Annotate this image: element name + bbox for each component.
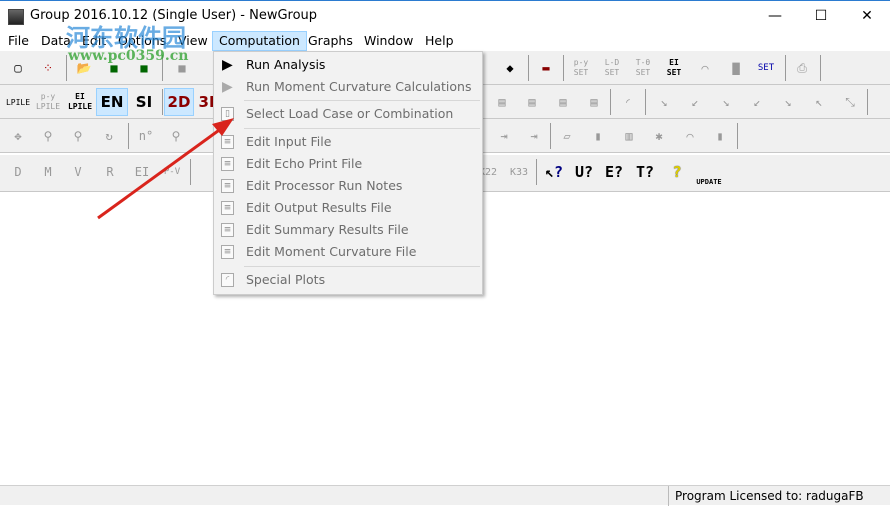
edit-s-button[interactable]: ▤ — [580, 88, 608, 116]
window-title: Group 2016.10.12 (Single User) - NewGrou… — [30, 8, 318, 23]
update-button[interactable]: UPDATE — [692, 158, 726, 186]
file-icon: ≡ — [221, 201, 234, 215]
menu-item-special-plots[interactable]: ◜ Special Plots — [214, 269, 482, 291]
close-button[interactable]: ✕ — [844, 1, 890, 31]
view-zx-button[interactable]: ↘ — [712, 88, 740, 116]
menu-item-edit-moment-curvature[interactable]: ≡ Edit Moment Curvature File — [214, 241, 482, 263]
menu-item-edit-input-file[interactable]: ≡ Edit Input File — [214, 131, 482, 153]
load-wave-button[interactable]: ⇥ — [520, 122, 548, 150]
menu-help[interactable]: Help — [419, 31, 460, 51]
view-3d-button[interactable]: ⤡ — [836, 88, 864, 116]
menu-item-edit-processor-notes[interactable]: ≡ Edit Processor Run Notes — [214, 175, 482, 197]
rotate-button[interactable]: ↻ — [95, 122, 123, 150]
k33-button[interactable]: K33 — [505, 158, 533, 186]
edit-o-button[interactable]: ▤ — [549, 88, 577, 116]
graph-pv-button[interactable]: P-V — [158, 158, 186, 186]
help-button[interactable]: ? — [663, 158, 691, 186]
ld-set-button[interactable]: L-D SET — [598, 54, 626, 82]
menu-computation[interactable]: Computation — [212, 31, 307, 51]
graph-d-button[interactable]: D — [4, 158, 32, 186]
menu-file[interactable]: File — [2, 31, 35, 51]
ei-set-button[interactable]: EI SET — [660, 54, 688, 82]
ei-lpile-button[interactable]: EI LPILE — [66, 88, 94, 116]
pile-button[interactable]: ⚲ — [34, 122, 62, 150]
graph-m-button[interactable]: M — [34, 158, 62, 186]
soil-layers-button[interactable]: ▬ — [532, 54, 560, 82]
menu-item-edit-summary-results[interactable]: ≡ Edit Summary Results File — [214, 219, 482, 241]
menu-graphs[interactable]: Graphs — [302, 31, 359, 51]
view-xz-button[interactable]: ↙ — [743, 88, 771, 116]
file-icon: ≡ — [221, 223, 234, 237]
gray-block-button[interactable]: ▇ — [722, 54, 750, 82]
file-icon: ≡ — [221, 135, 234, 149]
view-yx-button[interactable]: ↙ — [681, 88, 709, 116]
view-zy-button[interactable]: ↘ — [774, 88, 802, 116]
py-set-button[interactable]: p-y SET — [567, 54, 595, 82]
status-bar: Program Licensed to: radugaFB — [0, 485, 890, 506]
layers-button[interactable]: ▥ — [615, 122, 643, 150]
menu-item-run-moment-curvature[interactable]: ▶ Run Moment Curvature Calculations — [214, 76, 482, 98]
en-units-button[interactable]: EN — [96, 88, 128, 116]
bar-button[interactable]: ▮ — [706, 122, 734, 150]
tt-set-button[interactable]: T-θ SET — [629, 54, 657, 82]
play-gray-icon: ▶ — [222, 79, 233, 95]
minimize-button[interactable]: — — [752, 1, 798, 31]
computation-menu: ▶ Run Analysis ▶ Run Moment Curvature Calc… — [213, 51, 483, 295]
app-icon — [8, 9, 24, 25]
file-icon: ≡ — [221, 179, 234, 193]
2d-button[interactable]: 2D — [164, 88, 194, 116]
new-file-button[interactable]: ▢ — [4, 54, 32, 82]
curve-set-button[interactable]: ⌒ — [691, 54, 719, 82]
play-icon: ▶ — [222, 57, 233, 73]
special-button[interactable]: ◜ — [614, 88, 642, 116]
graph-v-button[interactable]: V — [64, 158, 92, 186]
block-button[interactable]: ▮ — [584, 122, 612, 150]
deform-button[interactable]: ✱ — [645, 122, 673, 150]
edit-r-button[interactable]: ▤ — [518, 88, 546, 116]
si-units-button[interactable]: SI — [130, 88, 158, 116]
maximize-button[interactable]: ☐ — [798, 1, 844, 31]
watermark-url: www.pc0359.cn — [68, 48, 189, 64]
set-button[interactable]: SET — [752, 54, 780, 82]
edit-e-button[interactable]: ▤ — [488, 88, 516, 116]
t-help-button[interactable]: T? — [631, 158, 659, 186]
title-bar: Group 2016.10.12 (Single User) - NewGrou… — [0, 0, 890, 31]
graph-r-button[interactable]: R — [96, 158, 124, 186]
curve-button[interactable]: ⌒ — [676, 122, 704, 150]
menu-item-select-load-case[interactable]: ▯ Select Load Case or Combination — [214, 103, 482, 125]
printer-button[interactable]: ⎙ — [788, 54, 816, 82]
license-status: Program Licensed to: radugaFB — [668, 486, 864, 506]
pile-box-button[interactable]: ⚲ — [64, 122, 92, 150]
view-zy2-button[interactable]: ↖ — [805, 88, 833, 116]
file-icon: ≡ — [221, 245, 234, 259]
graph-ei-button[interactable]: EI — [128, 158, 156, 186]
slope-button[interactable]: ▱ — [553, 122, 581, 150]
menu-item-edit-output-results[interactable]: ≡ Edit Output Results File — [214, 197, 482, 219]
menu-item-edit-echo-print[interactable]: ≡ Edit Echo Print File — [214, 153, 482, 175]
dice-button[interactable]: ⁘ — [34, 54, 62, 82]
py-lpile-button[interactable]: p-y LPILE — [34, 88, 62, 116]
load-case-icon: ▯ — [221, 107, 234, 121]
move-button[interactable]: ✥ — [4, 122, 32, 150]
file-icon: ≡ — [221, 157, 234, 171]
units-help-button[interactable]: U? — [570, 158, 598, 186]
e-help-button[interactable]: E? — [600, 158, 628, 186]
eraser-button[interactable]: ◆ — [496, 54, 524, 82]
menu-window[interactable]: Window — [358, 31, 419, 51]
number-button[interactable]: n° — [132, 122, 160, 150]
menu-item-run-analysis[interactable]: ▶ Run Analysis — [214, 54, 482, 76]
plot-icon: ◜ — [221, 273, 234, 287]
load-step-button[interactable]: ⇥ — [490, 122, 518, 150]
whats-this-button[interactable]: ↖? — [540, 158, 568, 186]
view-xy-button[interactable]: ↘ — [650, 88, 678, 116]
pile-add-button[interactable]: ⚲ — [162, 122, 190, 150]
lpile-button[interactable]: LPILE — [4, 88, 32, 116]
